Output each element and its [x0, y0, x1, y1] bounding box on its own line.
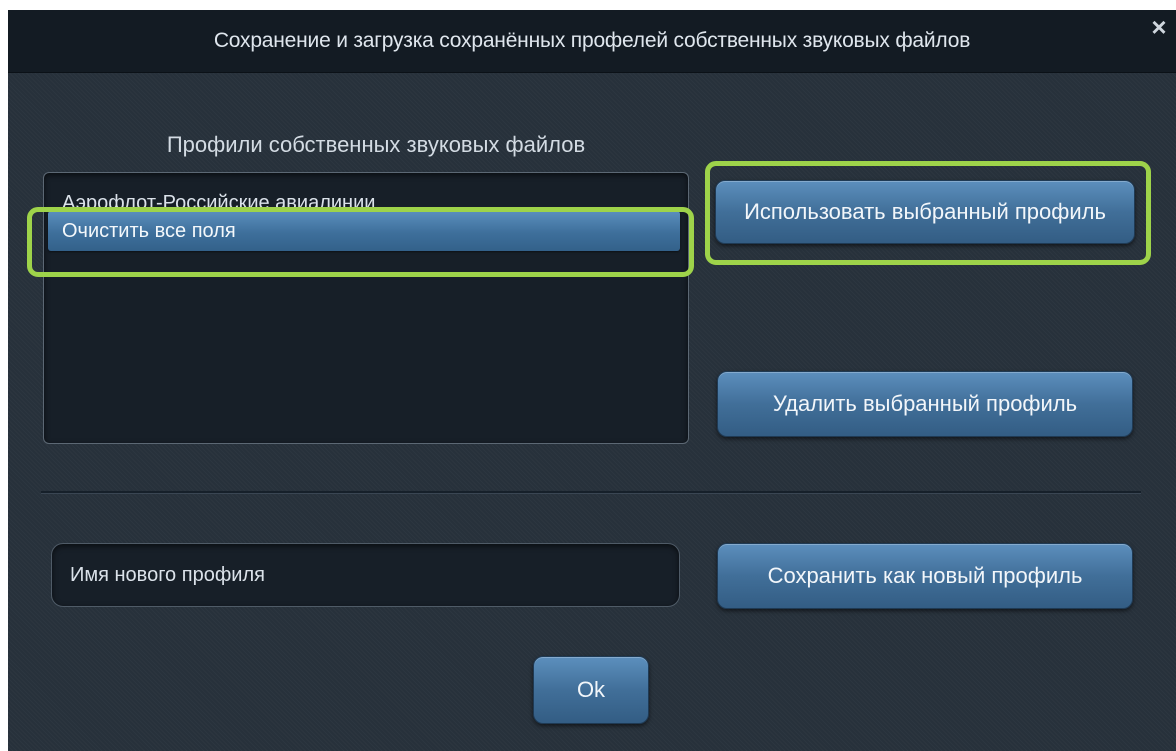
close-icon[interactable]: × — [1148, 14, 1170, 40]
use-selected-profile-button[interactable]: Использовать выбранный профиль — [715, 180, 1135, 244]
list-item-selected[interactable]: Очистить все поля — [48, 211, 680, 251]
profile-dialog: Сохранение и загрузка сохранённых профел… — [8, 10, 1176, 751]
delete-selected-profile-button[interactable]: Удалить выбранный профиль — [717, 371, 1133, 437]
list-item[interactable]: Аэрофлот-Российские авиалинии — [48, 183, 680, 209]
profiles-list[interactable]: Аэрофлот-Российские авиалинии Очистить в… — [43, 172, 689, 444]
new-profile-name-input[interactable] — [51, 543, 680, 607]
profiles-section-label: Профили собственных звуковых файлов — [166, 132, 586, 157]
save-as-new-profile-button[interactable]: Сохранить как новый профиль — [717, 543, 1133, 609]
divider — [41, 491, 1141, 494]
title-bar: Сохранение и загрузка сохранённых профел… — [8, 10, 1176, 73]
ok-button[interactable]: Ok — [533, 656, 649, 724]
dialog-title: Сохранение и загрузка сохранённых профел… — [213, 29, 971, 52]
